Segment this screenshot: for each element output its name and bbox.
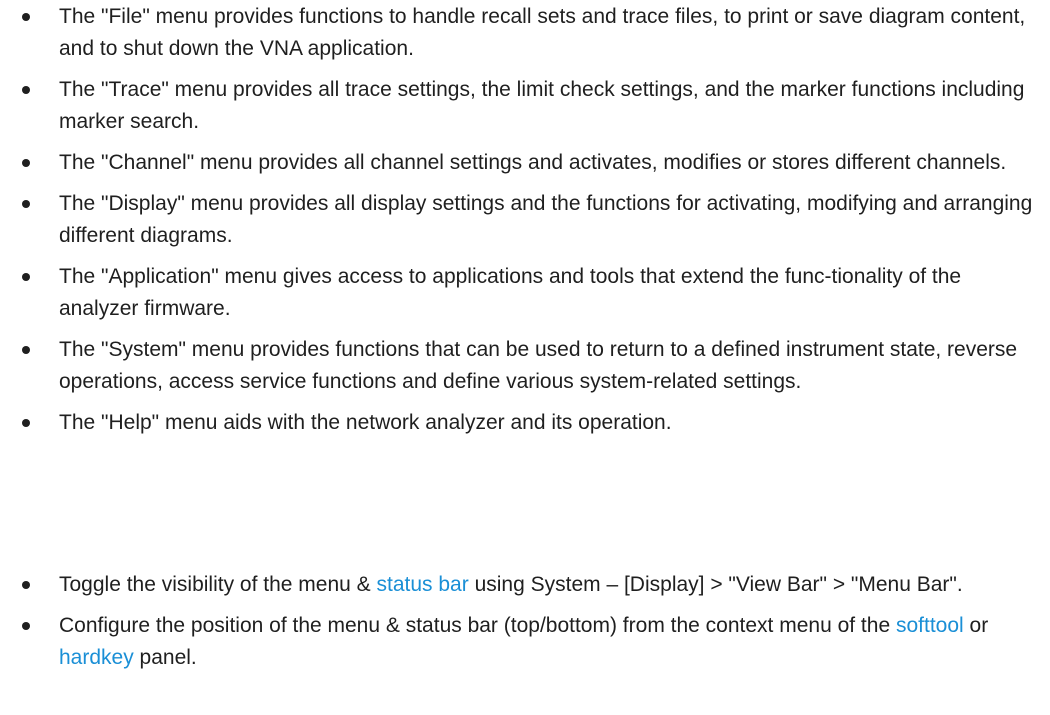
tips-list: Toggle the visibility of the menu & stat… — [0, 569, 1040, 683]
bullet-icon — [22, 86, 30, 94]
list-item-text: Toggle the visibility of the menu & — [59, 573, 377, 596]
status-bar-link[interactable]: status bar — [377, 573, 469, 596]
list-item-text: panel. — [133, 646, 197, 669]
bullet-icon — [22, 273, 30, 281]
softtool-link[interactable]: softtool — [896, 614, 964, 637]
list-item-system-menu: The "System" menu provides functions tha… — [0, 334, 1040, 398]
hardkey-link[interactable]: hardkey — [59, 646, 134, 669]
bullet-icon — [22, 13, 30, 21]
list-item-text: The "Application" menu gives access to a… — [59, 265, 962, 320]
list-item-text: The "File" menu provides functions to ha… — [59, 5, 1026, 60]
bullet-icon — [22, 346, 30, 354]
bullet-icon — [22, 200, 30, 208]
list-item-text: using System – [Display] > "View Bar" > … — [468, 573, 963, 596]
list-item-text: The "Display" menu provides all display … — [59, 192, 1033, 247]
bullet-icon — [22, 159, 30, 167]
list-item-text: The "System" menu provides functions tha… — [59, 338, 1018, 393]
list-item-text: The "Channel" menu provides all channel … — [59, 151, 1007, 174]
list-item-help-menu: The "Help" menu aids with the network an… — [0, 407, 1040, 439]
list-item-trace-menu: The "Trace" menu provides all trace sett… — [0, 74, 1040, 138]
bullet-icon — [22, 419, 30, 427]
list-item-application-menu: The "Application" menu gives access to a… — [0, 261, 1040, 325]
list-item-text: or — [963, 614, 989, 637]
list-item-text: Configure the position of the menu & sta… — [59, 614, 896, 637]
menu-description-list: The "File" menu provides functions to ha… — [0, 1, 1040, 448]
list-item-channel-menu: The "Channel" menu provides all channel … — [0, 147, 1040, 179]
list-item-text: The "Trace" menu provides all trace sett… — [59, 78, 1025, 133]
bullet-icon — [22, 581, 30, 589]
list-item-display-menu: The "Display" menu provides all display … — [0, 188, 1040, 252]
list-item-file-menu: The "File" menu provides functions to ha… — [0, 1, 1040, 65]
bullet-icon — [22, 622, 30, 630]
list-item-text: The "Help" menu aids with the network an… — [59, 411, 672, 434]
list-item-configure-position: Configure the position of the menu & sta… — [0, 610, 1040, 674]
list-item-toggle-visibility: Toggle the visibility of the menu & stat… — [0, 569, 1040, 601]
